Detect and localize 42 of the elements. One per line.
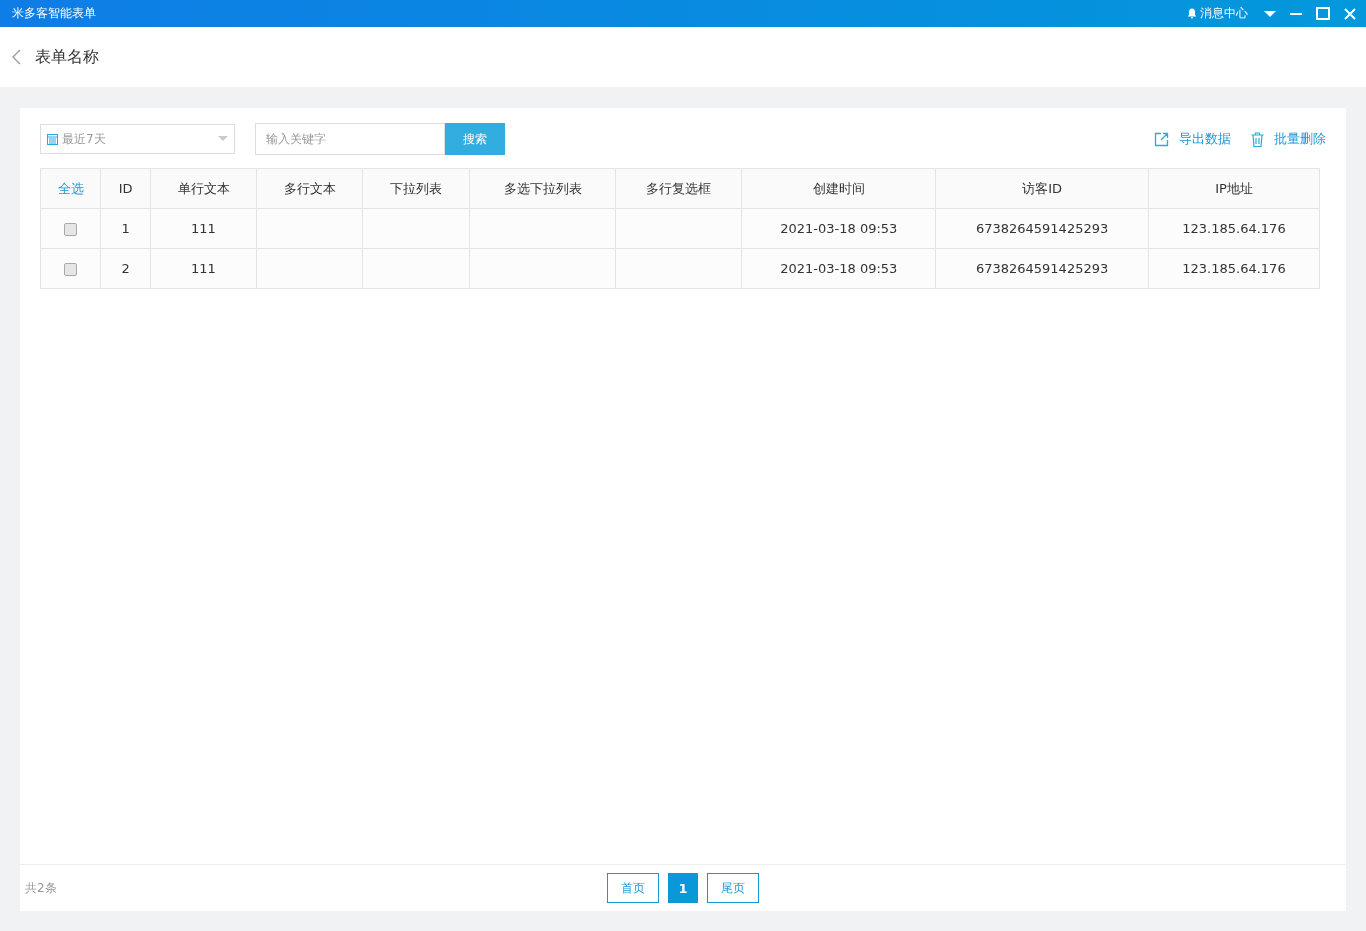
total-count: 共2条	[25, 879, 57, 897]
date-range-dropdown[interactable]: 最近7天	[40, 124, 235, 154]
table-cell: 111	[150, 248, 257, 289]
table-cell: 1	[100, 208, 151, 249]
caret-icon	[218, 136, 228, 142]
column-header: IP地址	[1148, 168, 1320, 209]
select-all-link[interactable]: 全选	[57, 180, 84, 196]
table-cell: 6738264591425293	[935, 208, 1149, 249]
column-header: 下拉列表	[362, 168, 470, 209]
column-header: 多选下拉列表	[469, 168, 616, 209]
table-cell: 6738264591425293	[935, 248, 1149, 289]
first-page-button[interactable]: 首页	[607, 873, 659, 903]
search-button[interactable]: 搜索	[445, 123, 505, 155]
row-checkbox[interactable]	[64, 223, 78, 236]
batch-delete-link[interactable]: 批量删除	[1274, 130, 1326, 148]
calendar-icon	[47, 133, 58, 145]
column-header: 多行文本	[256, 168, 363, 209]
column-header: 多行复选框	[615, 168, 742, 209]
table-cell: 2021-03-18 09:53	[741, 248, 936, 289]
dropdown-caret-icon[interactable]	[1264, 9, 1276, 18]
table-cell: 2	[100, 248, 151, 289]
table-cell: 123.185.64.176	[1148, 248, 1320, 289]
maximize-icon[interactable]	[1316, 7, 1330, 20]
table-cell: 111	[150, 208, 257, 249]
window-title: 米多客智能表单	[12, 5, 96, 22]
column-header: ID	[100, 168, 151, 209]
page-title: 表单名称	[35, 46, 99, 68]
export-data-link[interactable]: 导出数据	[1179, 130, 1231, 148]
column-header: 创建时间	[741, 168, 936, 209]
message-center-button[interactable]: 消息中心	[1187, 5, 1248, 22]
table-cell: 2021-03-18 09:53	[741, 208, 936, 249]
column-header: 访客ID	[935, 168, 1149, 209]
last-page-button[interactable]: 尾页	[707, 873, 759, 903]
external-link-icon	[1154, 131, 1169, 147]
row-checkbox[interactable]	[64, 263, 78, 276]
bell-icon	[1187, 8, 1197, 19]
table-cell: 123.185.64.176	[1148, 208, 1320, 249]
search-field[interactable]: 输入关键字	[255, 123, 445, 155]
close-icon[interactable]	[1344, 7, 1356, 20]
trash-icon	[1251, 131, 1264, 147]
column-header: 单行文本	[150, 168, 257, 209]
page-number-button[interactable]: 1	[668, 873, 698, 903]
